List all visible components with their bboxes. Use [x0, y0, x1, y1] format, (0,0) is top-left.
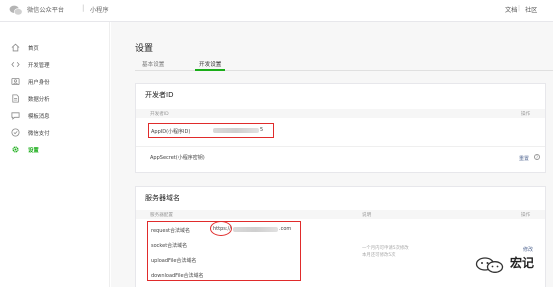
appsecret-label: AppSecret(小程序密钥) [150, 155, 205, 161]
socket-domain-label: socket合法域名 [151, 243, 188, 249]
active-tab-indicator [195, 69, 225, 71]
app-type-label: 小程序 [90, 7, 109, 14]
sidebar-item-dev-management[interactable]: 开发管理 [0, 58, 110, 72]
sidebar-item-label: 模板消息 [28, 114, 50, 120]
main-content: 设置 基本设置 开发设置 开发者ID 开发者ID 操作 AppID(小程序ID)… [111, 22, 553, 287]
page-title: 设置 [135, 44, 154, 54]
upload-domain-label: uploadFile合法域名 [151, 258, 197, 264]
sidebar-item-label: 设置 [28, 148, 39, 154]
request-domain-prefix[interactable]: https:// [213, 226, 231, 232]
modify-limit-text: 一个月内可申请5次修改 [362, 246, 409, 251]
docs-link[interactable]: 文档 [505, 5, 517, 14]
appid-value-suffix[interactable]: 5 [260, 127, 263, 133]
header-link-separator: | [518, 5, 521, 12]
sidebar-item-label: 数据分析 [28, 97, 50, 103]
tab-basic-settings[interactable]: 基本设置 [142, 60, 164, 68]
sidebar-item-data-analysis[interactable]: 数据分析 [0, 92, 110, 106]
developer-id-title: 开发者ID [145, 91, 174, 99]
request-domain-suffix[interactable]: .com [279, 226, 291, 232]
sidebar-item-home[interactable]: 首页 [0, 41, 110, 55]
server-domain-header-row: 服务器配置 说明 操作 [136, 210, 545, 219]
appid-label: AppID(小程序ID) [151, 129, 191, 135]
tab-dev-settings[interactable]: 开发设置 [199, 60, 221, 68]
sidebar-item-user-identity[interactable]: 用户身份 [0, 75, 110, 89]
top-bar: 微信公众平台 | 小程序 文档 | 社区 [0, 0, 553, 22]
gear-icon [12, 146, 19, 153]
header-separator: | [82, 4, 85, 12]
sidebar-item-wechat-pay[interactable]: 微信支付 [0, 126, 110, 140]
developer-id-card: 开发者ID 开发者ID 操作 AppID(小程序ID) 5 AppSecret(… [135, 83, 546, 173]
reset-secret-link[interactable]: 重置 [519, 155, 529, 162]
chart-icon [12, 94, 19, 103]
sidebar-item-template-message[interactable]: 模板消息 [0, 109, 110, 123]
request-domain-redacted [233, 227, 278, 232]
modify-remaining-text: 本月还可修改5次 [362, 253, 396, 258]
help-icon[interactable]: ? [534, 154, 540, 160]
user-icon [11, 77, 20, 86]
server-domain-title: 服务器域名 [145, 194, 180, 202]
download-domain-label: downloadFile合法域名 [151, 273, 204, 279]
appid-value-redacted [213, 128, 259, 133]
col-developer-id: 开发者ID [150, 112, 169, 117]
row-divider [136, 146, 545, 147]
wechat-logo-icon [9, 5, 23, 16]
watermark-text: 宏记 [510, 256, 535, 270]
wechat-icon [475, 257, 504, 273]
sidebar: 首页 开发管理 用户身份 数据分析 模板消息 微信支付 设置 [0, 22, 110, 287]
sidebar-item-label: 开发管理 [28, 63, 50, 69]
col-action: 操作 [521, 112, 531, 117]
home-icon [11, 43, 20, 52]
tab-bar: 基本设置 开发设置 [135, 59, 553, 71]
sidebar-item-label: 首页 [28, 46, 39, 52]
modify-domain-link[interactable]: 修改 [523, 246, 533, 253]
code-icon [11, 61, 20, 68]
pay-icon [11, 128, 20, 137]
col-description: 说明 [362, 213, 372, 218]
message-icon [11, 112, 20, 120]
brand-name[interactable]: 微信公众平台 [27, 5, 64, 14]
sidebar-item-label: 用户身份 [28, 80, 50, 86]
sidebar-item-label: 微信支付 [28, 131, 50, 137]
request-domain-label: request合法域名 [151, 228, 191, 234]
col-action: 操作 [521, 213, 531, 218]
sidebar-item-settings[interactable]: 设置 [0, 143, 110, 157]
community-link[interactable]: 社区 [525, 5, 537, 14]
developer-id-header-row: 开发者ID 操作 [136, 109, 545, 118]
col-server-config: 服务器配置 [150, 213, 173, 218]
